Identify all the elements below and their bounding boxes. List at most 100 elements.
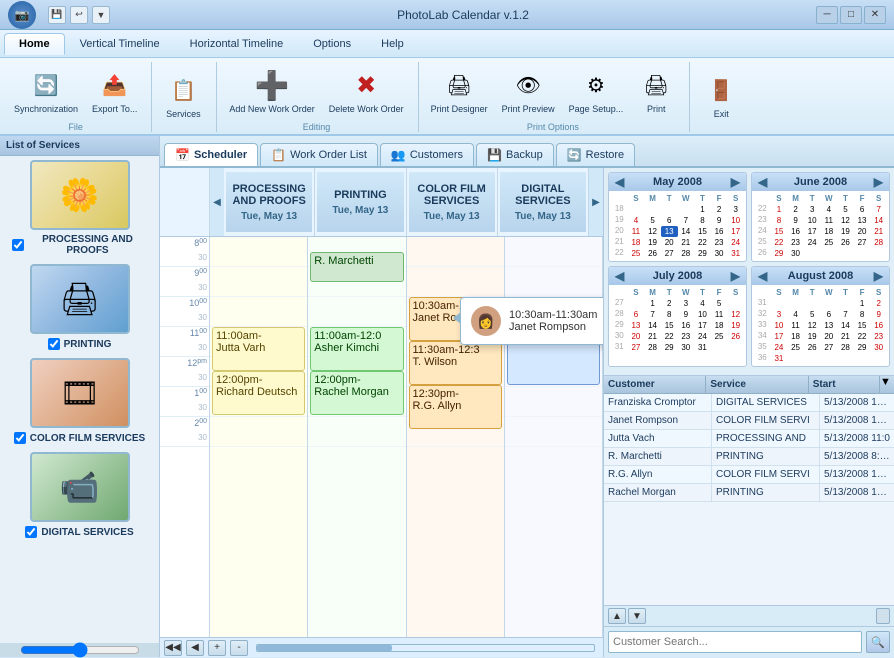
left-panel-scrollbar[interactable] bbox=[0, 643, 159, 657]
june-d-18[interactable]: 18 bbox=[821, 226, 838, 237]
july-next-btn[interactable]: ▶ bbox=[729, 269, 742, 283]
search-button[interactable]: 🔍 bbox=[866, 631, 890, 653]
june-d-8[interactable]: 8 bbox=[771, 215, 788, 226]
event-asher[interactable]: 11:00am-12:0Asher Kimchi bbox=[310, 327, 403, 371]
aug-d-5[interactable]: 5 bbox=[804, 309, 821, 320]
event-marchetti[interactable]: R. Marchetti bbox=[310, 252, 403, 282]
quick-icon-2[interactable]: ↩ bbox=[70, 6, 88, 24]
june-blank2[interactable] bbox=[821, 248, 838, 259]
aug-blank9[interactable] bbox=[837, 353, 854, 364]
aug-d-8[interactable]: 8 bbox=[854, 309, 871, 320]
july-blank1[interactable] bbox=[628, 298, 645, 309]
june-d-21[interactable]: 21 bbox=[870, 226, 887, 237]
may-d-31[interactable]: 31 bbox=[727, 248, 744, 259]
july-d-9[interactable]: 9 bbox=[678, 309, 695, 320]
menu-help[interactable]: Help bbox=[366, 33, 419, 55]
appt-scroll-up[interactable]: ▲ bbox=[608, 608, 626, 624]
aug-d-23[interactable]: 23 bbox=[870, 331, 887, 342]
aug-d-27[interactable]: 27 bbox=[821, 342, 838, 353]
may-next-btn[interactable]: ▶ bbox=[729, 175, 742, 189]
processing-checkbox[interactable] bbox=[12, 239, 24, 251]
july-d-29[interactable]: 29 bbox=[661, 342, 678, 353]
may-d-2[interactable]: 2 bbox=[711, 204, 728, 215]
col-scroll-right[interactable]: ▶ bbox=[589, 168, 603, 236]
may-d-23[interactable]: 23 bbox=[711, 237, 728, 248]
may-d-19[interactable]: 19 bbox=[644, 237, 661, 248]
may-d-1[interactable]: 1 bbox=[694, 204, 711, 215]
may-d-blank4[interactable] bbox=[678, 204, 695, 215]
aug-d-25[interactable]: 25 bbox=[787, 342, 804, 353]
minimize-button[interactable]: ─ bbox=[816, 6, 838, 24]
event-jutta[interactable]: 11:00am-Jutta Varh bbox=[212, 327, 305, 371]
june-d-23[interactable]: 23 bbox=[787, 237, 804, 248]
june-d-15[interactable]: 15 bbox=[771, 226, 788, 237]
may-d-blank1[interactable] bbox=[628, 204, 645, 215]
july-d-16[interactable]: 16 bbox=[678, 320, 695, 331]
june-blank5[interactable] bbox=[870, 248, 887, 259]
tab-work-order-list[interactable]: 📋 Work Order List bbox=[260, 143, 378, 166]
july-d-6-s[interactable] bbox=[727, 298, 744, 309]
july-d-30[interactable]: 30 bbox=[678, 342, 695, 353]
july-d-15[interactable]: 15 bbox=[661, 320, 678, 331]
aug-d-20[interactable]: 20 bbox=[821, 331, 838, 342]
july-d-25[interactable]: 25 bbox=[711, 331, 728, 342]
scheduler-scrollbar[interactable] bbox=[256, 644, 595, 652]
appt-scroll-bar[interactable] bbox=[876, 608, 890, 624]
june-d-11[interactable]: 11 bbox=[821, 215, 838, 226]
aug-d-21[interactable]: 21 bbox=[837, 331, 854, 342]
may-d-12[interactable]: 12 bbox=[644, 226, 661, 237]
june-d-7[interactable]: 7 bbox=[870, 204, 887, 215]
print-preview-button[interactable]: 👁 Print Preview bbox=[496, 66, 561, 119]
may-d-21[interactable]: 21 bbox=[678, 237, 695, 248]
aug-d-6[interactable]: 6 bbox=[821, 309, 838, 320]
aug-blank2[interactable] bbox=[787, 298, 804, 309]
june-blank1[interactable] bbox=[804, 248, 821, 259]
july-d-18[interactable]: 18 bbox=[711, 320, 728, 331]
appt-scroll-down[interactable]: ▼ bbox=[628, 608, 646, 624]
june-blank3[interactable] bbox=[837, 248, 854, 259]
june-d-20[interactable]: 20 bbox=[854, 226, 871, 237]
june-d-5[interactable]: 5 bbox=[837, 204, 854, 215]
appt-sort-icon[interactable]: ▼ bbox=[880, 376, 894, 393]
event-rg-allyn[interactable]: 12:30pm-R.G. Allyn bbox=[409, 385, 502, 429]
may-d-20[interactable]: 20 bbox=[661, 237, 678, 248]
may-d-28[interactable]: 28 bbox=[678, 248, 695, 259]
left-scroll-range[interactable] bbox=[20, 646, 140, 654]
july-blank3[interactable] bbox=[727, 342, 744, 353]
june-prev-btn[interactable]: ◀ bbox=[756, 175, 769, 189]
nav-add[interactable]: + bbox=[208, 640, 226, 656]
close-button[interactable]: ✕ bbox=[864, 6, 886, 24]
scheduler-body[interactable]: 8 00 30 9 00 30 10 00 bbox=[160, 237, 603, 637]
may-d-29[interactable]: 29 bbox=[694, 248, 711, 259]
may-d-9[interactable]: 9 bbox=[711, 215, 728, 226]
aug-blank11[interactable] bbox=[870, 353, 887, 364]
aug-d-2[interactable]: 2 bbox=[870, 298, 887, 309]
aug-d-19[interactable]: 19 bbox=[804, 331, 821, 342]
tab-backup[interactable]: 💾 Backup bbox=[476, 143, 554, 166]
menu-options[interactable]: Options bbox=[298, 33, 366, 55]
aug-d-16[interactable]: 16 bbox=[870, 320, 887, 331]
june-d-12[interactable]: 12 bbox=[837, 215, 854, 226]
june-d-22[interactable]: 22 bbox=[771, 237, 788, 248]
aug-d-13[interactable]: 13 bbox=[821, 320, 838, 331]
aug-d-29[interactable]: 29 bbox=[854, 342, 871, 353]
tab-restore[interactable]: 🔄 Restore bbox=[556, 143, 635, 166]
aug-blank1[interactable] bbox=[771, 298, 788, 309]
june-next-btn[interactable]: ▶ bbox=[872, 175, 885, 189]
july-d-6[interactable]: 6 bbox=[628, 309, 645, 320]
may-d-26[interactable]: 26 bbox=[644, 248, 661, 259]
may-d-25[interactable]: 25 bbox=[628, 248, 645, 259]
july-d-3[interactable]: 3 bbox=[678, 298, 695, 309]
july-d-23[interactable]: 23 bbox=[678, 331, 695, 342]
printing-checkbox[interactable] bbox=[48, 338, 60, 350]
june-d-27[interactable]: 27 bbox=[854, 237, 871, 248]
may-prev-btn[interactable]: ◀ bbox=[613, 175, 626, 189]
quick-icon-3[interactable]: ▼ bbox=[92, 6, 110, 24]
may-d-24[interactable]: 24 bbox=[727, 237, 744, 248]
june-d-9[interactable]: 9 bbox=[787, 215, 804, 226]
aug-d-9[interactable]: 9 bbox=[870, 309, 887, 320]
july-d-1[interactable]: 1 bbox=[644, 298, 661, 309]
may-d-8[interactable]: 8 bbox=[694, 215, 711, 226]
july-d-27[interactable]: 27 bbox=[628, 342, 645, 353]
july-d-22[interactable]: 22 bbox=[661, 331, 678, 342]
